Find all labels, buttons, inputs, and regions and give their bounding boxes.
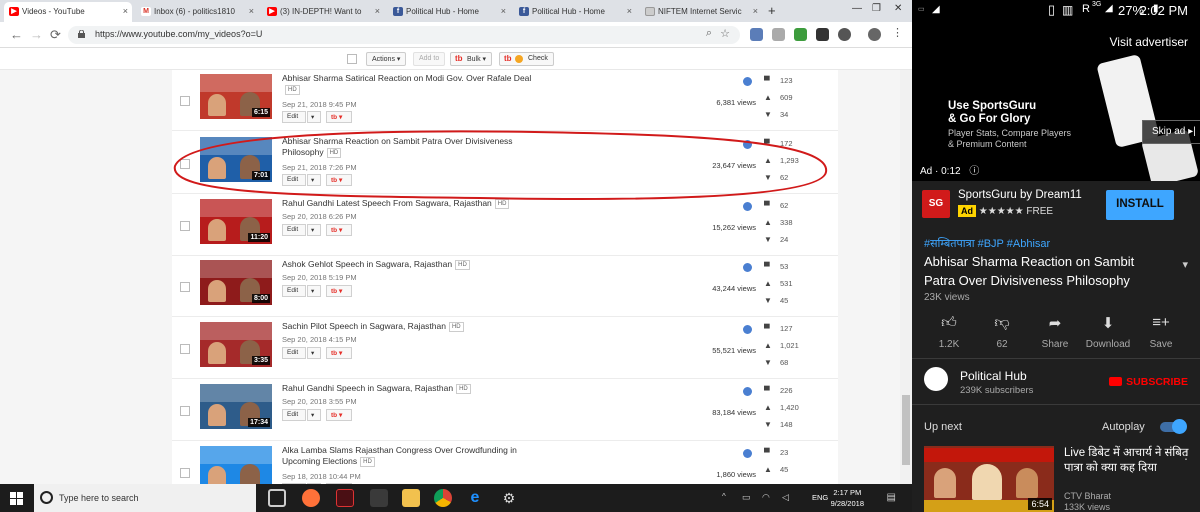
share-label: Share (1041, 339, 1069, 350)
channel-name[interactable]: Political Hub (960, 369, 1027, 383)
subscribe-button[interactable]: SUBSCRIBE (1109, 376, 1188, 388)
thumbnail-person (1016, 468, 1038, 498)
install-button[interactable]: INSTALL (1106, 190, 1174, 220)
autoplay-toggle[interactable] (1160, 419, 1187, 434)
activity-icon: ◢ (932, 4, 940, 15)
sportsguru-logo: SG (922, 190, 950, 218)
save-button[interactable]: ≡+ Save (1137, 314, 1185, 350)
task-view-icon[interactable] (268, 489, 286, 507)
thumbnail-person (972, 464, 1002, 500)
ad-headline: Use SportsGuru (948, 100, 1037, 112)
thumbs-up-icon: 👍︎ (941, 314, 957, 331)
up-next-duration: 6:54 (1028, 498, 1052, 510)
advertiser-meta: Ad ★★★★★ FREE (958, 205, 1053, 217)
phone-screen: ▭ ◢ ▯ ▥ R 3G ◢ 27% ▮ 2:02 PM Visit adver… (912, 0, 1200, 512)
skip-ad-button[interactable]: Skip ad ▸| (1142, 120, 1200, 144)
volume-icon[interactable]: ◁ (782, 492, 789, 503)
autoplay-label: Autoplay (1102, 421, 1145, 433)
like-button[interactable]: 👍︎ 1.2K (925, 314, 973, 350)
divider (912, 358, 1200, 359)
wifi-icon[interactable]: ◠ (762, 492, 770, 503)
app-rating: ★★★★★ (978, 206, 1024, 217)
network-icon[interactable]: ▭ (742, 492, 751, 503)
youtube-icon (1109, 377, 1123, 386)
notification-icon[interactable]: ▤ (887, 492, 896, 503)
download-button[interactable]: ⬇ Download (1084, 314, 1132, 350)
like-count: 1.2K (938, 339, 960, 350)
taskbar-search-input[interactable]: Type here to search (34, 484, 256, 512)
annotation-ellipse (173, 130, 828, 200)
thumbs-down-icon: 👎︎ (994, 314, 1010, 331)
up-next-views: 133K views (1064, 502, 1111, 512)
edge-icon[interactable]: e (466, 489, 484, 507)
dislike-count: 62 (996, 339, 1008, 350)
input-language[interactable]: ENG (812, 493, 828, 502)
up-next-title[interactable]: Live डिबेट में आचार्य ने संबित पात्रा को… (1064, 446, 1190, 476)
download-label: Download (1085, 339, 1131, 350)
app-price: FREE (1026, 206, 1054, 217)
firefox-icon[interactable] (302, 489, 320, 507)
share-icon: ➦ (1048, 315, 1062, 332)
windows-start-icon[interactable] (10, 492, 23, 505)
toggle-knob (1172, 419, 1187, 434)
save-label: Save (1149, 339, 1173, 350)
taskbar-clock[interactable]: 2:17 PM 9/28/2018 (831, 487, 864, 509)
channel-subscribers: 239K subscribers (960, 385, 1034, 396)
network-type: 3G (1092, 1, 1102, 8)
dislike-button[interactable]: 👎︎ 62 (978, 314, 1026, 350)
thumbnail-person (934, 468, 956, 498)
search-placeholder: Type here to search (59, 493, 139, 503)
expand-description-icon[interactable]: ▾ (1182, 258, 1188, 271)
app-icon[interactable] (336, 489, 354, 507)
video-ad-player[interactable]: Visit advertiser Use SportsGuru & Go For… (912, 22, 1200, 188)
video-hashtags[interactable]: #सम्बितपात्रा #BJP #Abhisar (924, 236, 1050, 251)
cortana-icon (40, 491, 53, 504)
file-explorer-icon[interactable] (402, 489, 420, 507)
subscribe-label: SUBSCRIBE (1126, 376, 1188, 388)
up-next-channel: CTV Bharat (1064, 491, 1112, 501)
phone-status-bar: ▭ ◢ ▯ ▥ R 3G ◢ 27% ▮ 2:02 PM (912, 0, 1200, 22)
video-views: 23K views (924, 292, 970, 303)
visit-advertiser-link[interactable]: Visit advertiser (1110, 35, 1188, 49)
advertiser-card[interactable]: SG SportsGuru by Dream11 Ad ★★★★★ FREE I… (912, 181, 1200, 227)
phone-icon: ▯ (1048, 2, 1056, 17)
ad-subtext: Player Stats, Compare Players (948, 128, 1072, 138)
vibrate-icon: ▥ (1062, 3, 1074, 17)
signal-icon: ◢ (1105, 3, 1113, 14)
app-notification-icon: ▭ (918, 6, 925, 13)
app-icon[interactable] (370, 489, 388, 507)
ad-subtext: & Premium Content (948, 139, 1027, 149)
download-icon: ⬇ (1101, 315, 1115, 332)
ad-headline: & Go For Glory (948, 113, 1031, 125)
up-next-heading: Up next (924, 421, 962, 433)
advertiser-name: SportsGuru by Dream11 (958, 189, 1082, 201)
ad-timer-text: Ad · 0:12 (920, 166, 961, 177)
video-title: Abhisar Sharma Reaction on Sambit Patra … (924, 254, 1135, 288)
phone-clock: 2:02 PM (1139, 3, 1188, 18)
ad-badge: Ad (958, 205, 976, 217)
clock-date: 9/28/2018 (830, 499, 864, 508)
up-next-meta: CTV Bharat 133K views (1064, 491, 1111, 512)
more-options-icon[interactable]: ⋮ (1180, 448, 1192, 462)
thumbnail-banner (924, 448, 1054, 462)
tray-chevron-icon[interactable]: ^ (722, 492, 726, 501)
up-next-thumbnail[interactable]: 6:54 (924, 446, 1054, 512)
ad-timer: Ad · 0:12 ⓘ (920, 162, 979, 177)
save-icon: ≡+ (1152, 314, 1170, 331)
channel-avatar[interactable] (924, 367, 948, 391)
settings-gear-icon[interactable]: ⚙ (500, 489, 518, 507)
share-button[interactable]: ➦ Share (1031, 314, 1079, 350)
roaming-badge: R (1082, 3, 1090, 15)
divider (912, 404, 1200, 405)
windows-taskbar: Type here to search e ⚙ ^ ▭ ◠ ◁ ENG 2:17… (0, 484, 912, 512)
info-icon[interactable]: ⓘ (969, 166, 979, 177)
clock-time: 2:17 PM (833, 488, 862, 497)
desktop-screen: ▶ Videos - YouTube × M Inbox (6) - polit… (0, 0, 912, 512)
chrome-icon[interactable] (434, 489, 452, 507)
